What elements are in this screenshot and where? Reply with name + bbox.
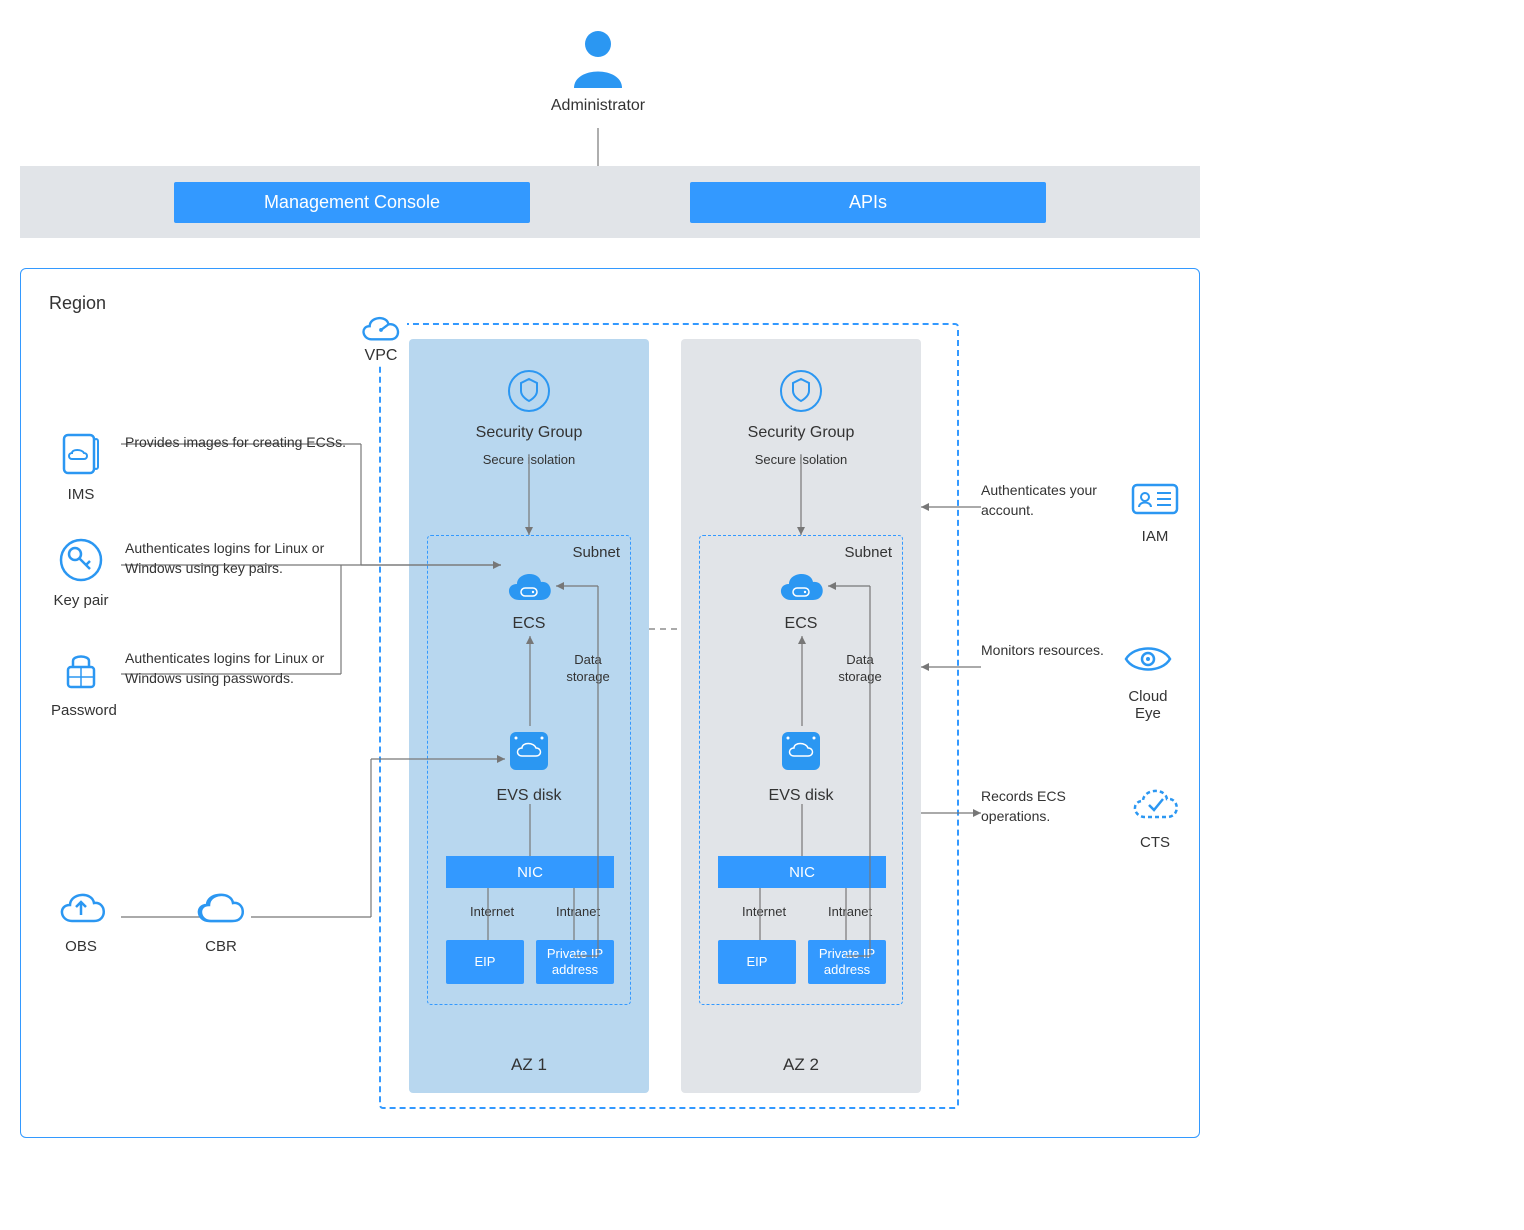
eip-box: EIP [446,940,524,984]
keypair-service: Key pair Authenticates logins for Linux … [51,537,355,609]
az1-ecs: ECS [428,566,630,633]
ims-label: IMS [51,486,111,503]
intranet-label: Intranet [556,904,600,919]
az2-subnet: Subnet ECS Data storage EVS disk NIC [699,535,903,1005]
az2-security-group: Security Group [681,369,921,442]
az2-box: Security Group Secure isolation Subnet E… [681,339,921,1093]
ims-desc: Provides images for creating ECSs. [125,433,346,453]
user-icon [570,28,626,88]
vpc-icon-wrap: VPC [355,313,407,365]
private-ip-box: Private IP address [536,940,614,984]
evs-label: EVS disk [428,787,630,805]
ims-service: IMS Provides images for creating ECSs. [51,431,346,503]
region-box: Region VPC Security Group Secure isolati… [20,268,1200,1138]
az1-security-group: Security Group [409,369,649,442]
cloudeye-desc: Monitors resources. [981,641,1104,661]
cbr-label: CBR [191,938,251,955]
cloud-cbr-icon [193,889,249,929]
cloud-vpc-icon [357,313,405,345]
shield-icon [779,369,823,413]
cts-label: CTS [1125,834,1185,851]
az2-ecs: ECS [700,566,902,633]
cloud-ecs-icon [775,566,827,606]
management-console-button[interactable]: Management Console [174,182,530,223]
iam-desc: Authenticates your account. [981,481,1111,520]
private-ip-box: Private IP address [808,940,886,984]
ecs-label: ECS [700,615,902,633]
iam-label: IAM [1125,528,1185,545]
data-storage-label: Data storage [830,652,890,686]
nic-box: NIC [446,856,614,888]
shield-icon [507,369,551,413]
az1-evs: EVS disk [428,726,630,805]
bottom-services: OBS CBR [51,889,251,955]
subnet-label: Subnet [572,544,620,561]
internet-label: Internet [742,904,786,919]
cloud-obs-icon [56,889,106,929]
keypair-desc: Authenticates logins for Linux or Window… [125,539,355,578]
security-group-label: Security Group [409,424,649,442]
secure-isolation-label: Secure isolation [681,452,921,467]
obs-label: OBS [51,938,111,955]
apis-button[interactable]: APIs [690,182,1046,223]
az1-box: Security Group Secure isolation Subnet E… [409,339,649,1093]
lock-icon [58,647,104,693]
evs-disk-icon [776,726,826,776]
secure-isolation-label: Secure isolation [409,452,649,467]
cbr-service: CBR [191,889,251,955]
intranet-label: Intranet [828,904,872,919]
az1-label: AZ 1 [409,1055,649,1075]
evs-disk-icon [504,726,554,776]
data-storage-label: Data storage [558,652,618,686]
obs-service: OBS [51,889,111,955]
keypair-label: Key pair [51,592,111,609]
password-desc: Authenticates logins for Linux or Window… [125,649,355,688]
eip-box: EIP [718,940,796,984]
password-service: Password Authenticates logins for Linux … [51,647,355,719]
cloudeye-service: Monitors resources. Cloud Eye [981,639,1178,722]
administrator-label: Administrator [538,97,658,115]
key-icon [58,537,104,583]
vpc-label: VPC [365,347,398,365]
security-group-label: Security Group [681,424,921,442]
ims-icon [58,431,104,477]
cts-service: Records ECS operations. CTS [981,785,1185,851]
internet-label: Internet [470,904,514,919]
cloud-ecs-icon [503,566,555,606]
evs-label: EVS disk [700,787,902,805]
subnet-label: Subnet [844,544,892,561]
az1-subnet: Subnet ECS Data storage EVS disk NIC [427,535,631,1005]
access-bar: Management Console APIs [20,166,1200,238]
iam-service: Authenticates your account. IAM [981,479,1185,545]
id-card-icon [1129,479,1181,519]
nic-box: NIC [718,856,886,888]
cts-desc: Records ECS operations. [981,787,1111,826]
password-label: Password [51,702,111,719]
ecs-label: ECS [428,615,630,633]
cloud-cts-icon [1129,785,1181,825]
az2-label: AZ 2 [681,1055,921,1075]
az2-evs: EVS disk [700,726,902,805]
administrator-block: Administrator [538,28,658,115]
eye-icon [1122,639,1174,679]
region-label: Region [49,293,106,314]
cloudeye-label: Cloud Eye [1118,688,1178,722]
